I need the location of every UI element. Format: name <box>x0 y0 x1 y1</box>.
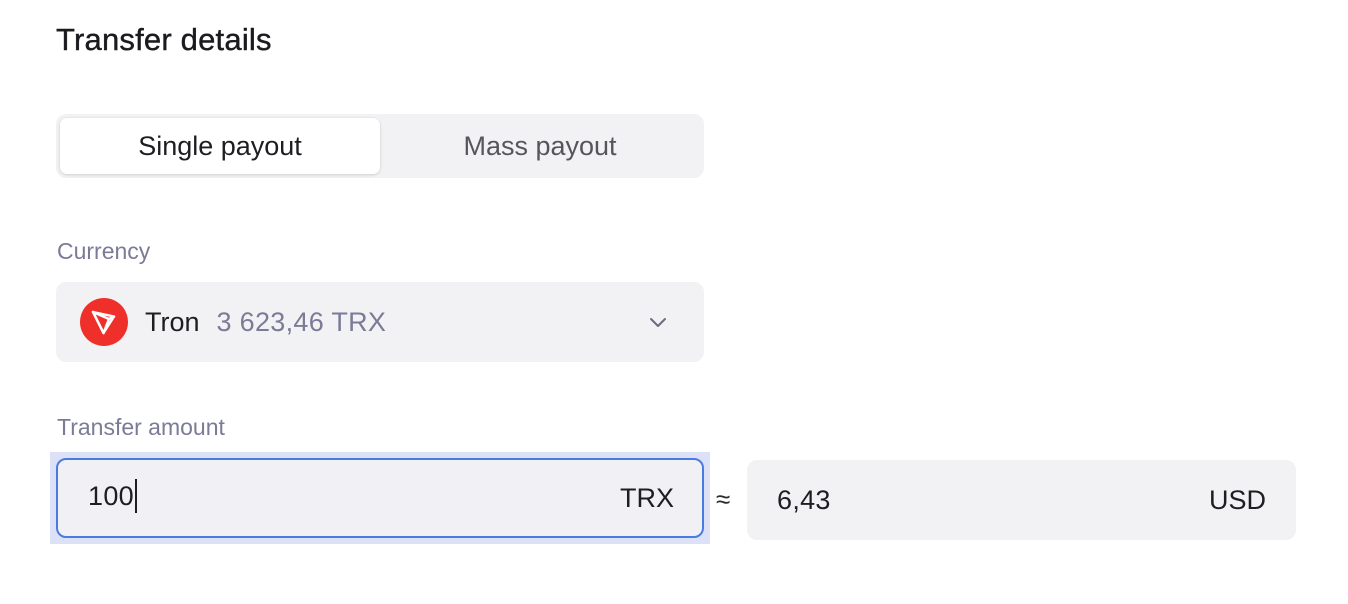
amount-value: 100 <box>88 479 137 515</box>
currency-label: Currency <box>57 238 151 264</box>
page-title: Transfer details <box>56 22 272 57</box>
currency-balance: 3 623,46 TRX <box>216 306 387 337</box>
tab-mass-payout[interactable]: Mass payout <box>380 118 700 174</box>
transfer-amount-label: Transfer amount <box>57 414 225 440</box>
text-caret <box>134 479 137 513</box>
tron-logo-icon <box>80 298 128 346</box>
converted-amount-field[interactable]: 6,43 USD <box>747 460 1296 540</box>
currency-name: Tron <box>145 306 200 337</box>
chevron-down-icon <box>648 312 668 337</box>
converted-amount: 6,43 <box>777 484 831 515</box>
payout-type-switcher: Single payout Mass payout <box>56 114 704 178</box>
amount-text: 100 <box>88 481 134 512</box>
tab-single-payout[interactable]: Single payout <box>60 118 380 174</box>
converted-unit: USD <box>1208 484 1266 515</box>
amount-unit: TRX <box>620 482 674 513</box>
transfer-amount-input[interactable]: 100 TRX <box>56 458 704 538</box>
currency-select[interactable]: Tron 3 623,46 TRX <box>56 282 704 362</box>
approx-symbol: ≈ <box>716 484 731 514</box>
